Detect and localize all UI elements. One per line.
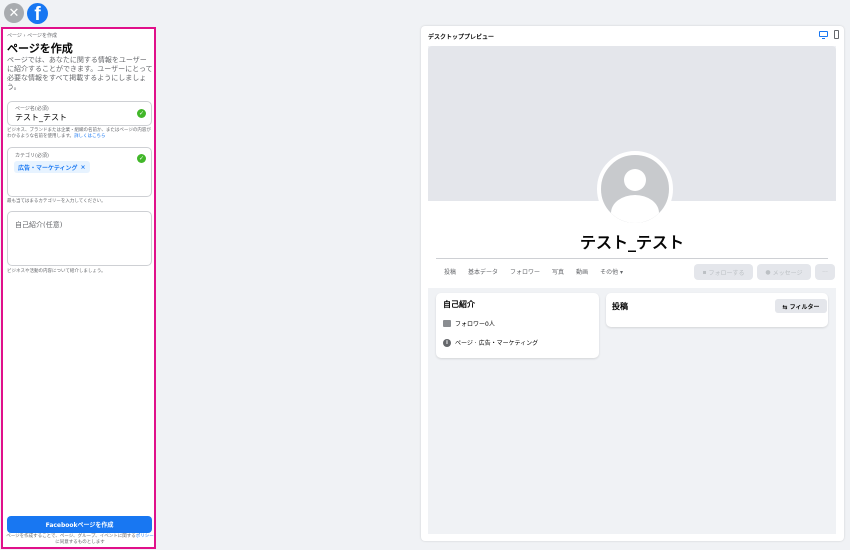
posts-card: 投稿 ⇆ フィルター bbox=[606, 293, 828, 327]
message-label: メッセージ bbox=[772, 269, 803, 277]
terms-text: ページを作成することで、ページ、グループ、イベントに関するポリシーに同意するもの… bbox=[5, 534, 155, 546]
followers-count: フォロワー0人 bbox=[455, 321, 495, 328]
follow-icon: ▪ bbox=[702, 268, 707, 276]
chip-remove-icon[interactable]: × bbox=[81, 164, 86, 171]
panel-title: ページを作成 bbox=[7, 42, 73, 55]
info-icon: i bbox=[443, 338, 451, 347]
create-page-panel: ページ › ページを作成 ページを作成 ページでは、あなたに関する情報をユーザー… bbox=[1, 27, 156, 549]
page-name-value[interactable]: テスト_テスト bbox=[15, 112, 67, 123]
facebook-logo-icon[interactable]: f bbox=[27, 2, 48, 24]
bio-placeholder: 自己紹介(任意) bbox=[15, 221, 63, 229]
intro-title: 自己紹介 bbox=[443, 300, 475, 309]
page-name: テスト_テスト bbox=[579, 233, 684, 252]
category-help: 最も当てはまるカテゴリーを入力してください。 bbox=[7, 199, 106, 204]
tab-videos[interactable]: 動画 bbox=[576, 267, 588, 276]
create-page-button[interactable]: Facebookページを作成 bbox=[7, 516, 152, 533]
message-icon: ● bbox=[765, 268, 771, 276]
follow-button[interactable]: ▪ フォローする bbox=[694, 264, 753, 280]
preview-title: デスクトッププレビュー bbox=[428, 34, 495, 41]
bio-help: ビジネスや活動の内容について紹介しましょう。 bbox=[7, 269, 106, 274]
terms-text-body: ページを作成することで、ページ、グループ、イベントに関する bbox=[6, 534, 136, 539]
page-category: ページ · 広告・マーケティング bbox=[455, 340, 539, 347]
page-name-label: ページ名(必須) bbox=[15, 106, 49, 112]
check-icon: ✓ bbox=[137, 109, 146, 118]
breadcrumb: ページ › ページを作成 bbox=[7, 33, 57, 39]
check-icon: ✓ bbox=[137, 154, 146, 163]
tab-photos[interactable]: 写真 bbox=[552, 267, 564, 276]
page-tabs: 投稿 基本データ フォロワー 写真 動画 その他 ▾ bbox=[444, 267, 623, 276]
posts-title: 投稿 bbox=[612, 302, 628, 311]
page-preview-frame: テスト_テスト 投稿 基本データ フォロワー 写真 動画 その他 ▾ ▪ フォロー… bbox=[428, 46, 836, 534]
follow-label: フォローする bbox=[708, 269, 745, 277]
policy-link[interactable]: ポリシー bbox=[136, 534, 154, 539]
close-icon[interactable]: ✕ bbox=[4, 3, 24, 23]
tab-more[interactable]: その他 ▾ bbox=[600, 267, 623, 276]
tab-about[interactable]: 基本データ bbox=[468, 267, 498, 276]
tab-posts[interactable]: 投稿 bbox=[444, 267, 456, 276]
terms-text-end: に同意するものとします bbox=[55, 540, 105, 545]
avatar-head bbox=[624, 169, 646, 191]
page-icon bbox=[443, 320, 451, 327]
page-name-help: ビジネス、ブランドまたは企業・組織の名前か、またはページの内容がわかるような名前… bbox=[7, 128, 154, 140]
profile-avatar bbox=[597, 151, 673, 227]
panel-description: ページでは、あなたに関する情報をユーザーに紹介することができます。ユーザーにとっ… bbox=[7, 56, 153, 91]
header-divider bbox=[436, 258, 828, 259]
learn-more-link[interactable]: 詳しくはこちら bbox=[74, 134, 106, 139]
desktop-preview: デスクトッププレビュー テスト_テスト 投稿 基本データ フォロワー 写真 動画… bbox=[421, 26, 844, 541]
top-bar: ✕ f bbox=[0, 0, 160, 26]
category-field[interactable]: カテゴリ(必須) 広告・マーケティング × ✓ bbox=[7, 147, 152, 197]
category-chip[interactable]: 広告・マーケティング × bbox=[14, 161, 90, 173]
avatar-body bbox=[611, 195, 659, 223]
category-label: カテゴリ(必須) bbox=[15, 153, 49, 159]
intro-card: 自己紹介 フォロワー0人 i ページ · 広告・マーケティング bbox=[436, 293, 599, 358]
bio-field[interactable]: 自己紹介(任意) bbox=[7, 211, 152, 266]
category-row: i ページ · 広告・マーケティング bbox=[443, 338, 538, 347]
message-button[interactable]: ● メッセージ bbox=[757, 264, 811, 280]
desktop-icon[interactable] bbox=[819, 31, 828, 39]
followers-row: フォロワー0人 bbox=[443, 319, 495, 328]
mobile-icon[interactable] bbox=[834, 30, 839, 39]
category-chip-label: 広告・マーケティング bbox=[18, 164, 78, 172]
filter-button[interactable]: ⇆ フィルター bbox=[775, 299, 827, 313]
more-options-button[interactable]: ··· bbox=[815, 264, 835, 280]
tab-followers[interactable]: フォロワー bbox=[510, 267, 540, 276]
page-name-field[interactable]: ページ名(必須) テスト_テスト ✓ bbox=[7, 101, 152, 126]
